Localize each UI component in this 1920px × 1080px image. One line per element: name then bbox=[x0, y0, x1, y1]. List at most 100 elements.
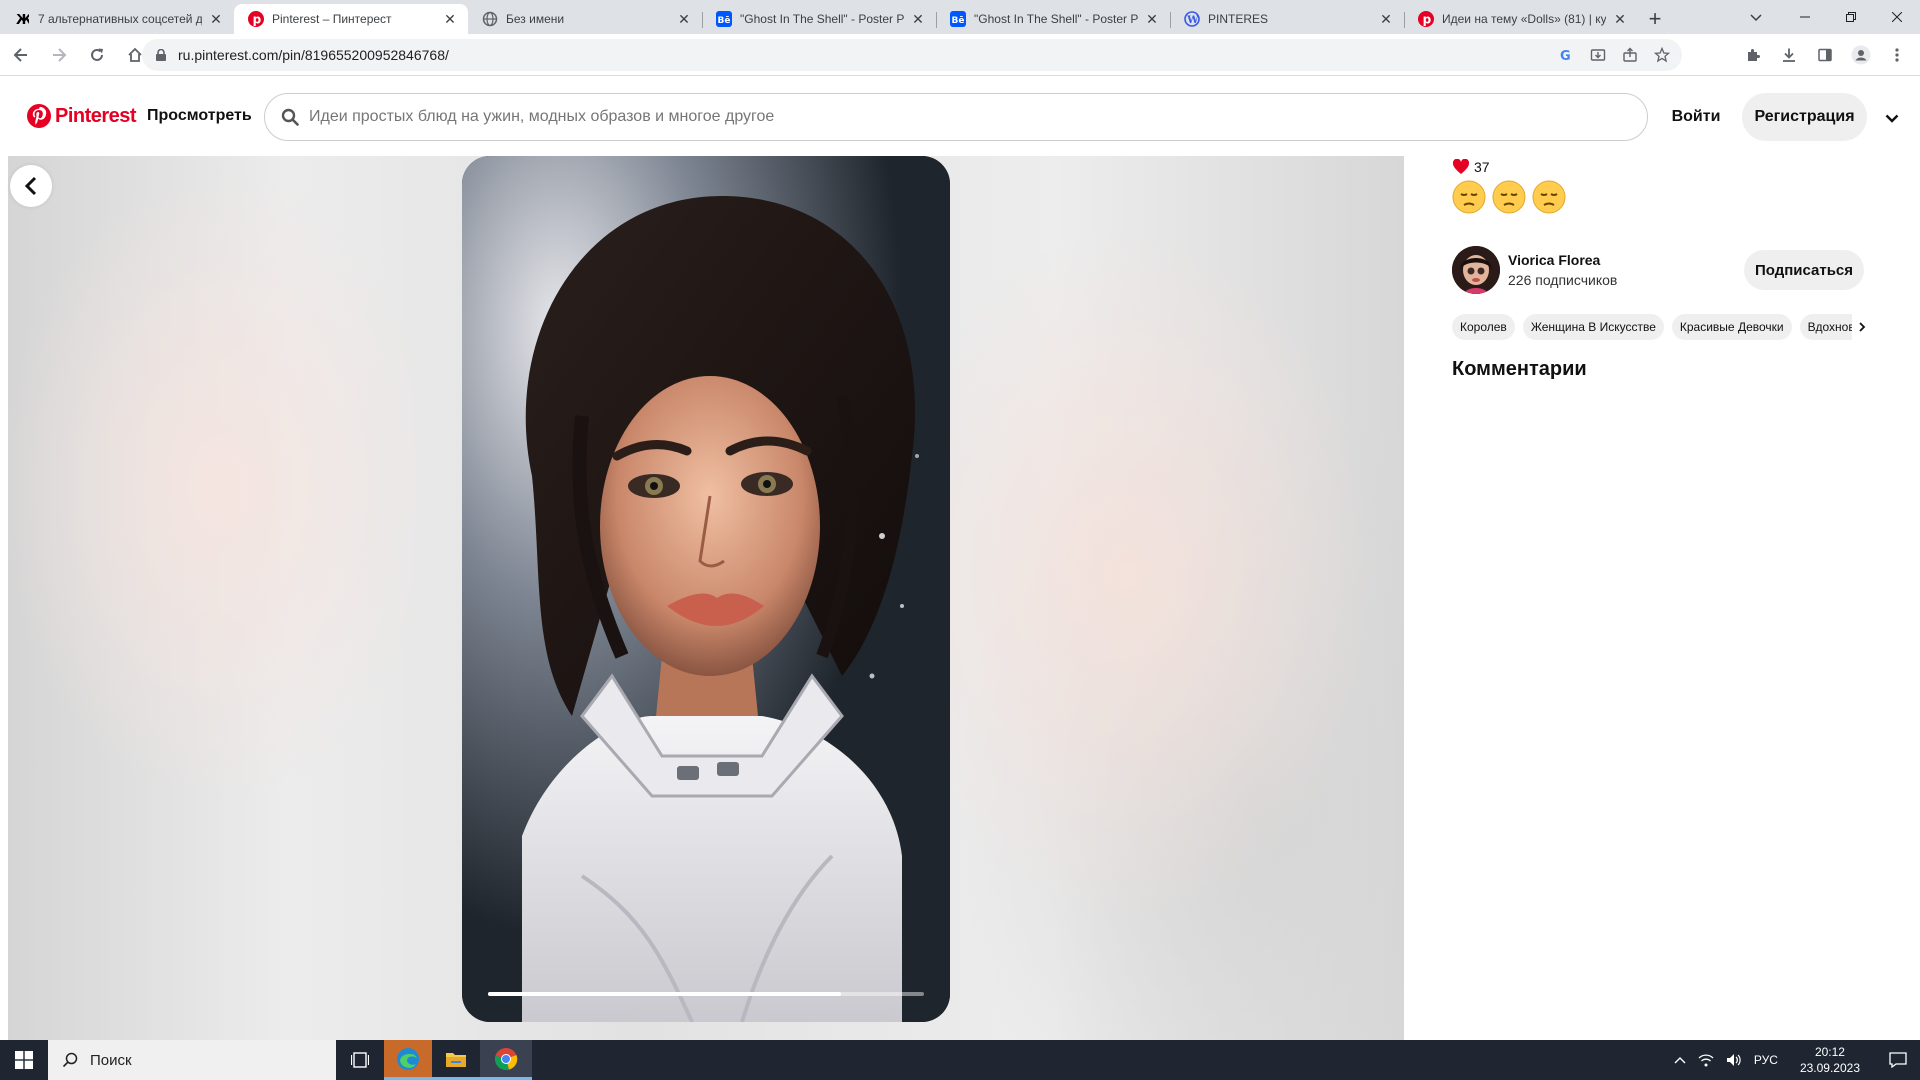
tab-title: Идеи на тему «Dolls» (81) | кук… bbox=[1442, 12, 1606, 26]
login-button[interactable]: Войти bbox=[1656, 93, 1736, 141]
browser-tab[interactable]: Ж 7 альтернативных соцсетей дл… ✕ bbox=[0, 4, 234, 34]
reload-icon[interactable] bbox=[80, 38, 114, 72]
download-icon[interactable] bbox=[1772, 38, 1806, 72]
lock-icon[interactable] bbox=[156, 49, 166, 61]
chevron-right-icon[interactable] bbox=[1852, 314, 1872, 340]
pinterest-icon: p bbox=[1418, 11, 1434, 27]
edge-browser-icon[interactable] bbox=[384, 1040, 432, 1080]
chrome-browser-icon[interactable] bbox=[480, 1040, 532, 1080]
browser-tab[interactable]: Без имени ✕ bbox=[468, 4, 702, 34]
author-followers: 226 подписчиков bbox=[1508, 272, 1618, 288]
file-explorer-icon[interactable] bbox=[432, 1040, 480, 1080]
tag-list: Королев Женщина В Искусстве Красивые Дев… bbox=[1452, 314, 1854, 340]
browser-tab[interactable]: p Идеи на тему «Dolls» (81) | кук… ✕ bbox=[1404, 4, 1638, 34]
back-button[interactable] bbox=[10, 165, 52, 207]
video-progress-fill bbox=[488, 992, 842, 996]
svg-text:G: G bbox=[1560, 49, 1571, 62]
heart-reaction-icon bbox=[1452, 159, 1470, 174]
svg-text:Bē: Bē bbox=[952, 16, 965, 26]
browser-tab-active[interactable]: p Pinterest – Пинтерест ✕ bbox=[234, 4, 468, 34]
windows-start-icon[interactable] bbox=[0, 1040, 48, 1080]
windows-taskbar: Поиск РУС 20:12 23.09.2023 bbox=[0, 1040, 1920, 1080]
author-name[interactable]: Viorica Florea bbox=[1508, 252, 1617, 268]
google-icon[interactable]: G bbox=[1552, 41, 1580, 69]
network-icon[interactable] bbox=[1692, 1053, 1720, 1067]
notifications-icon[interactable] bbox=[1876, 1052, 1920, 1068]
browse-link[interactable]: Просмотреть bbox=[147, 107, 252, 125]
volume-icon[interactable] bbox=[1720, 1053, 1748, 1067]
tab-title: "Ghost In The Shell" - Poster Po… bbox=[740, 12, 904, 26]
chevron-left-icon bbox=[24, 176, 37, 196]
search-placeholder: Идеи простых блюд на ужин, модных образо… bbox=[309, 108, 775, 125]
svg-text:p: p bbox=[1423, 13, 1432, 27]
zhihu-like-icon: Ж bbox=[14, 11, 30, 27]
restore-button[interactable] bbox=[1828, 0, 1874, 34]
pensive-face-icon[interactable] bbox=[1452, 180, 1486, 214]
clock[interactable]: 20:12 23.09.2023 bbox=[1784, 1044, 1876, 1076]
taskbar-search-input[interactable]: Поиск bbox=[48, 1040, 336, 1080]
reactions-row[interactable]: 37 bbox=[1452, 156, 1490, 178]
back-arrow-icon[interactable] bbox=[4, 38, 38, 72]
browser-tab[interactable]: Bē "Ghost In The Shell" - Poster Po… ✕ bbox=[936, 4, 1170, 34]
minimize-button[interactable] bbox=[1782, 0, 1828, 34]
pinterest-logo[interactable]: Pinterest bbox=[27, 104, 137, 128]
tab-close-icon[interactable]: ✕ bbox=[442, 11, 458, 27]
emoji-row bbox=[1452, 180, 1566, 214]
bookmark-star-icon[interactable] bbox=[1648, 41, 1676, 69]
tab-title: PINTERES bbox=[1208, 12, 1269, 26]
tab-search-chevron-icon[interactable] bbox=[1742, 6, 1770, 30]
comments-heading: Комментарии bbox=[1452, 358, 1587, 380]
url-text: ru.pinterest.com/pin/819655200952846768/ bbox=[178, 47, 449, 63]
avatar[interactable] bbox=[1452, 246, 1500, 294]
svg-text:Bē: Bē bbox=[718, 16, 731, 26]
tab-title: 7 альтернативных соцсетей дл… bbox=[38, 12, 202, 26]
behance-icon: Bē bbox=[716, 11, 732, 27]
tab-close-icon[interactable]: ✕ bbox=[910, 11, 926, 27]
svg-text:W: W bbox=[1186, 15, 1199, 26]
tag-chip[interactable]: Вдохновение bbox=[1799, 314, 1854, 340]
tab-close-icon[interactable]: ✕ bbox=[208, 11, 224, 27]
author-block[interactable]: Viorica Florea 226 подписчиков bbox=[1452, 246, 1617, 294]
menu-dots-icon[interactable] bbox=[1880, 38, 1914, 72]
extensions-puzzle-icon[interactable] bbox=[1736, 38, 1770, 72]
pensive-face-icon[interactable] bbox=[1532, 180, 1566, 214]
language-indicator[interactable]: РУС bbox=[1748, 1053, 1784, 1067]
tab-close-icon[interactable]: ✕ bbox=[1144, 11, 1160, 27]
tag-chip[interactable]: Красивые Девочки bbox=[1671, 314, 1792, 340]
video-progress-bar[interactable] bbox=[488, 992, 924, 996]
tag-chip[interactable]: Королев bbox=[1452, 314, 1515, 340]
wordpress-icon: W bbox=[1184, 11, 1200, 27]
pinterest-logo-icon bbox=[27, 104, 51, 128]
address-bar[interactable]: ru.pinterest.com/pin/819655200952846768/… bbox=[142, 39, 1682, 71]
tab-close-icon[interactable]: ✕ bbox=[676, 11, 692, 27]
pinterest-search-input[interactable]: Идеи простых блюд на ужин, модных образо… bbox=[264, 93, 1648, 141]
system-tray: РУС 20:12 23.09.2023 bbox=[1668, 1040, 1920, 1080]
svg-text:p: p bbox=[253, 13, 262, 27]
share-icon[interactable] bbox=[1616, 41, 1644, 69]
behance-icon: Bē bbox=[950, 11, 966, 27]
signup-button[interactable]: Регистрация bbox=[1742, 93, 1867, 141]
tab-close-icon[interactable]: ✕ bbox=[1378, 11, 1394, 27]
clock-time: 20:12 bbox=[1814, 1045, 1845, 1059]
task-view-icon[interactable] bbox=[336, 1040, 384, 1080]
forward-arrow-icon[interactable] bbox=[42, 38, 76, 72]
install-app-icon[interactable] bbox=[1584, 41, 1612, 69]
profile-avatar-icon[interactable] bbox=[1844, 38, 1878, 72]
pin-image[interactable] bbox=[462, 156, 950, 1022]
tab-close-icon[interactable]: ✕ bbox=[1612, 11, 1628, 27]
new-tab-button[interactable]: + bbox=[1638, 4, 1672, 34]
search-icon bbox=[62, 1052, 78, 1068]
tag-chip[interactable]: Женщина В Искусстве bbox=[1522, 314, 1664, 340]
reaction-count: 37 bbox=[1474, 159, 1490, 175]
chevron-up-icon[interactable] bbox=[1668, 1056, 1692, 1064]
search-icon bbox=[281, 108, 299, 126]
browser-tab[interactable]: Bē "Ghost In The Shell" - Poster Po… ✕ bbox=[702, 4, 936, 34]
follow-button[interactable]: Подписаться bbox=[1744, 250, 1864, 290]
globe-icon bbox=[482, 11, 498, 27]
close-window-button[interactable] bbox=[1874, 0, 1920, 34]
browser-tab[interactable]: W PINTERES ✕ bbox=[1170, 4, 1404, 34]
chevron-down-icon[interactable] bbox=[1880, 106, 1904, 130]
side-panel-icon[interactable] bbox=[1808, 38, 1842, 72]
taskbar-search-label: Поиск bbox=[90, 1051, 132, 1069]
pensive-face-icon[interactable] bbox=[1492, 180, 1526, 214]
